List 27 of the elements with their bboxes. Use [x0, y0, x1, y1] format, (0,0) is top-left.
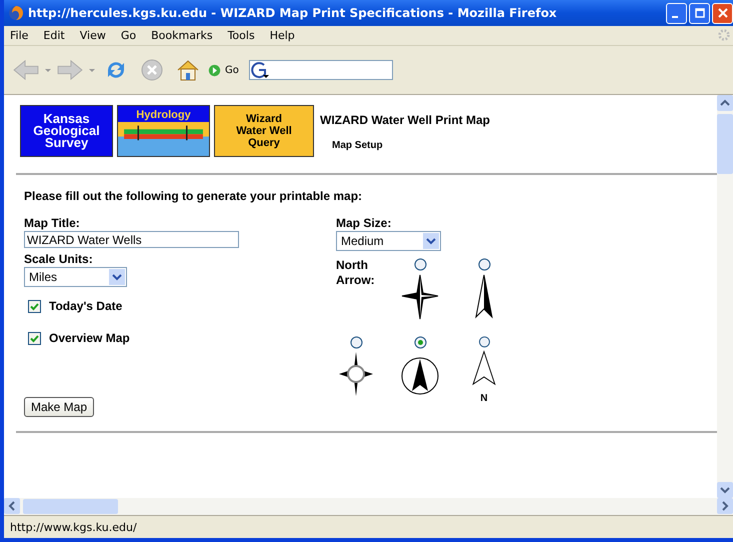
window-title: http://hercules.kgs.ku.edu - WIZARD Map Print Specifications - Mozilla Firefox	[28, 6, 558, 20]
menu-item[interactable]: Go	[120, 29, 136, 42]
map-title-field[interactable]: WIZARD Water Wells	[24, 231, 239, 248]
checkbox-label: Overview Map	[49, 331, 130, 345]
checkbox-label: Today's Date	[49, 299, 122, 313]
menu-item[interactable]: Tools	[228, 29, 255, 42]
menu-item[interactable]: File	[10, 29, 28, 42]
north-letter: N	[480, 393, 488, 404]
status-text: http://www.kgs.ku.edu/	[10, 520, 137, 534]
page-title: WIZARD Water Well Print Map	[320, 113, 490, 127]
menu-item[interactable]: View	[80, 29, 106, 42]
instructions: Please fill out the following to generate your printable map:	[24, 189, 364, 203]
hydrology-logo[interactable]: Hydrology	[117, 105, 210, 157]
menu-item[interactable]: Edit	[43, 29, 65, 42]
field-label: North Arrow:	[336, 258, 376, 289]
survey-logo[interactable]: Kansas Geological Survey	[20, 105, 113, 157]
go-label[interactable]: Go	[225, 64, 239, 76]
page-subtitle: Map Setup	[332, 140, 384, 151]
menu-item[interactable]: Help	[270, 29, 295, 42]
menu-item[interactable]: Bookmarks	[151, 29, 213, 42]
field-label: Map Title:	[24, 216, 80, 230]
scale-units-dropdown[interactable]: Miles	[24, 267, 127, 287]
wizard-logo[interactable]: Wizard Water Well Query	[214, 105, 314, 157]
map-size-dropdown[interactable]: Medium	[336, 231, 441, 251]
field-label: Map Size:	[336, 216, 392, 230]
make-map-button[interactable]: Make Map	[24, 397, 94, 417]
field-label: Scale Units:	[24, 252, 93, 266]
